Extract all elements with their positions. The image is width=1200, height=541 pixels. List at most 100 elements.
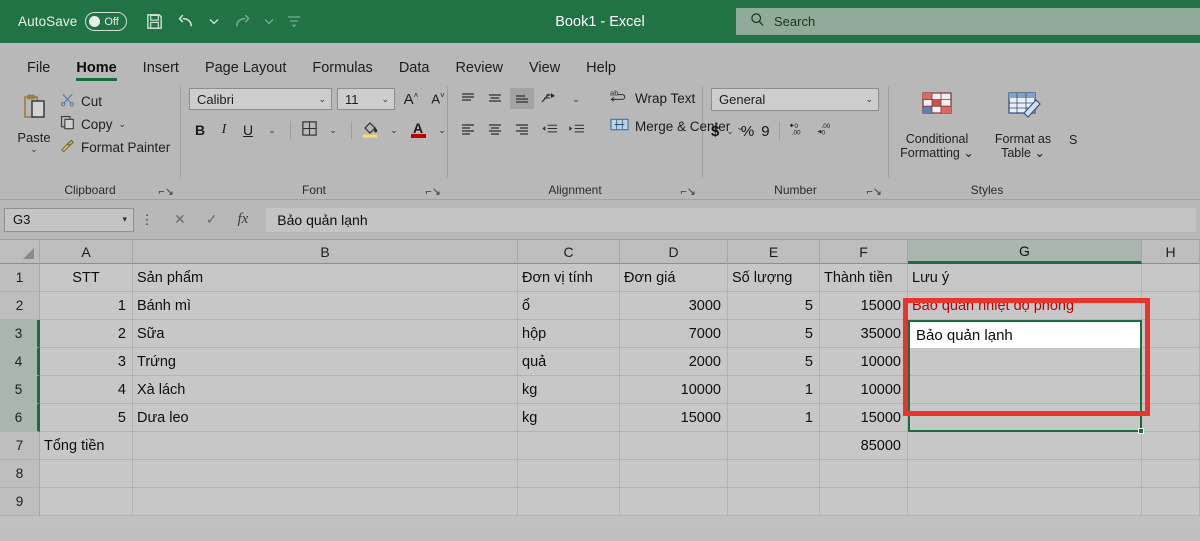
save-icon[interactable] — [145, 12, 164, 31]
cell-e2[interactable]: 5 — [728, 292, 820, 320]
name-box[interactable]: G3 ▾ — [4, 207, 134, 232]
copy-button[interactable]: Copy ⌄ — [60, 115, 170, 133]
increase-indent-button[interactable] — [564, 118, 588, 139]
font-size-combo[interactable]: 11 ⌄ — [337, 88, 395, 110]
tab-data[interactable]: Data — [386, 60, 443, 82]
cell-e1[interactable]: Số lượng — [728, 264, 820, 292]
column-header-e[interactable]: E — [728, 240, 820, 264]
cell-g5[interactable] — [908, 376, 1142, 404]
cell-b7[interactable] — [133, 432, 518, 460]
row-header-4[interactable]: 4 — [0, 348, 40, 376]
cell-e9[interactable] — [728, 488, 820, 516]
cell-e5[interactable]: 1 — [728, 376, 820, 404]
align-left-button[interactable] — [456, 118, 480, 139]
cell-c7[interactable] — [518, 432, 620, 460]
cell-d8[interactable] — [620, 460, 728, 488]
format-painter-button[interactable]: Format Painter — [60, 138, 170, 156]
font-name-combo[interactable]: Calibri ⌄ — [189, 88, 332, 110]
cell-d6[interactable]: 15000 — [620, 404, 728, 432]
cell-h6[interactable] — [1142, 404, 1200, 432]
cell-h2[interactable] — [1142, 292, 1200, 320]
column-header-c[interactable]: C — [518, 240, 620, 264]
cell-c4[interactable]: quả — [518, 348, 620, 376]
cell-a9[interactable] — [40, 488, 133, 516]
cell-c9[interactable] — [518, 488, 620, 516]
cell-f7[interactable]: 85000 — [820, 432, 908, 460]
cell-b1[interactable]: Sản phẩm — [133, 264, 518, 292]
cell-c5[interactable]: kg — [518, 376, 620, 404]
borders-dropdown[interactable]: ⌄ — [322, 119, 344, 141]
confirm-formula-icon[interactable]: ✓ — [206, 211, 218, 228]
row-header-5[interactable]: 5 — [0, 376, 40, 404]
decrease-indent-button[interactable] — [537, 118, 561, 139]
cell-h8[interactable] — [1142, 460, 1200, 488]
cell-d4[interactable]: 2000 — [620, 348, 728, 376]
column-header-a[interactable]: A — [40, 240, 133, 264]
row-header-7[interactable]: 7 — [0, 432, 40, 460]
tab-page-layout[interactable]: Page Layout — [192, 60, 299, 82]
column-header-b[interactable]: B — [133, 240, 518, 264]
cell-g1[interactable]: Lưu ý — [908, 264, 1142, 292]
search-box[interactable]: Search — [736, 8, 1200, 35]
cell-d7[interactable] — [620, 432, 728, 460]
cell-g4[interactable] — [908, 348, 1142, 376]
cell-h1[interactable] — [1142, 264, 1200, 292]
bold-button[interactable]: B — [189, 119, 211, 141]
decrease-decimal-button[interactable]: .00 0 — [816, 120, 836, 142]
cell-f3[interactable]: 35000 — [820, 320, 908, 348]
alignment-dialog-launcher-icon[interactable]: ⌐↘ — [680, 185, 696, 198]
percent-button[interactable]: % — [741, 123, 754, 140]
number-dialog-launcher-icon[interactable]: ⌐↘ — [866, 185, 882, 198]
cell-a1[interactable]: STT — [40, 264, 133, 292]
cell-g9[interactable] — [908, 488, 1142, 516]
cell-a5[interactable]: 4 — [40, 376, 133, 404]
cell-f2[interactable]: 15000 — [820, 292, 908, 320]
cell-g6[interactable] — [908, 404, 1142, 432]
cell-a4[interactable]: 3 — [40, 348, 133, 376]
cell-g2[interactable]: Bảo quản nhiệt độ phòng — [908, 292, 1142, 320]
cell-b6[interactable]: Dưa leo — [133, 404, 518, 432]
cell-a6[interactable]: 5 — [40, 404, 133, 432]
undo-dropdown-icon[interactable] — [209, 18, 219, 25]
cell-b4[interactable]: Trứng — [133, 348, 518, 376]
cell-f9[interactable] — [820, 488, 908, 516]
cell-h7[interactable] — [1142, 432, 1200, 460]
cell-g8[interactable] — [908, 460, 1142, 488]
conditional-formatting-button[interactable]: Conditional Formatting ⌄ — [897, 91, 977, 160]
font-color-button[interactable]: A — [407, 119, 429, 141]
active-cell-g3[interactable]: Bảo quản lạnh — [910, 322, 1140, 348]
row-header-3[interactable]: 3 — [0, 320, 40, 348]
orientation-dropdown[interactable]: ⌄ — [564, 88, 588, 109]
tab-view[interactable]: View — [516, 60, 573, 82]
cell-f1[interactable]: Thành tiền — [820, 264, 908, 292]
cancel-formula-icon[interactable]: ✕ — [174, 211, 186, 228]
orientation-button[interactable] — [537, 88, 561, 109]
cell-h4[interactable] — [1142, 348, 1200, 376]
tab-review[interactable]: Review — [442, 60, 516, 82]
fill-color-dropdown[interactable]: ⌄ — [383, 119, 405, 141]
align-center-button[interactable] — [483, 118, 507, 139]
underline-button[interactable]: U — [237, 119, 259, 141]
copy-chevron-down-icon[interactable]: ⌄ — [119, 120, 127, 129]
row-header-2[interactable]: 2 — [0, 292, 40, 320]
select-all-corner[interactable] — [0, 240, 40, 264]
align-bottom-button[interactable] — [510, 88, 534, 109]
autosave-toggle[interactable]: Off — [85, 12, 128, 31]
cell-c6[interactable]: kg — [518, 404, 620, 432]
cell-a2[interactable]: 1 — [40, 292, 133, 320]
align-top-button[interactable] — [456, 88, 480, 109]
cell-c8[interactable] — [518, 460, 620, 488]
tab-insert[interactable]: Insert — [130, 60, 192, 82]
format-as-table-button[interactable]: Format as Table ⌄ — [983, 91, 1063, 160]
cell-h9[interactable] — [1142, 488, 1200, 516]
increase-font-size-button[interactable]: A˄ — [400, 88, 422, 110]
column-header-f[interactable]: F — [820, 240, 908, 264]
row-header-8[interactable]: 8 — [0, 460, 40, 488]
tab-home[interactable]: Home — [63, 60, 129, 82]
formula-input[interactable]: Bảo quản lạnh — [266, 207, 1196, 232]
cell-b3[interactable]: Sữa — [133, 320, 518, 348]
cell-f4[interactable]: 10000 — [820, 348, 908, 376]
customize-quick-access-icon[interactable] — [287, 15, 301, 28]
fill-color-button[interactable] — [359, 119, 381, 141]
cell-c1[interactable]: Đơn vị tính — [518, 264, 620, 292]
